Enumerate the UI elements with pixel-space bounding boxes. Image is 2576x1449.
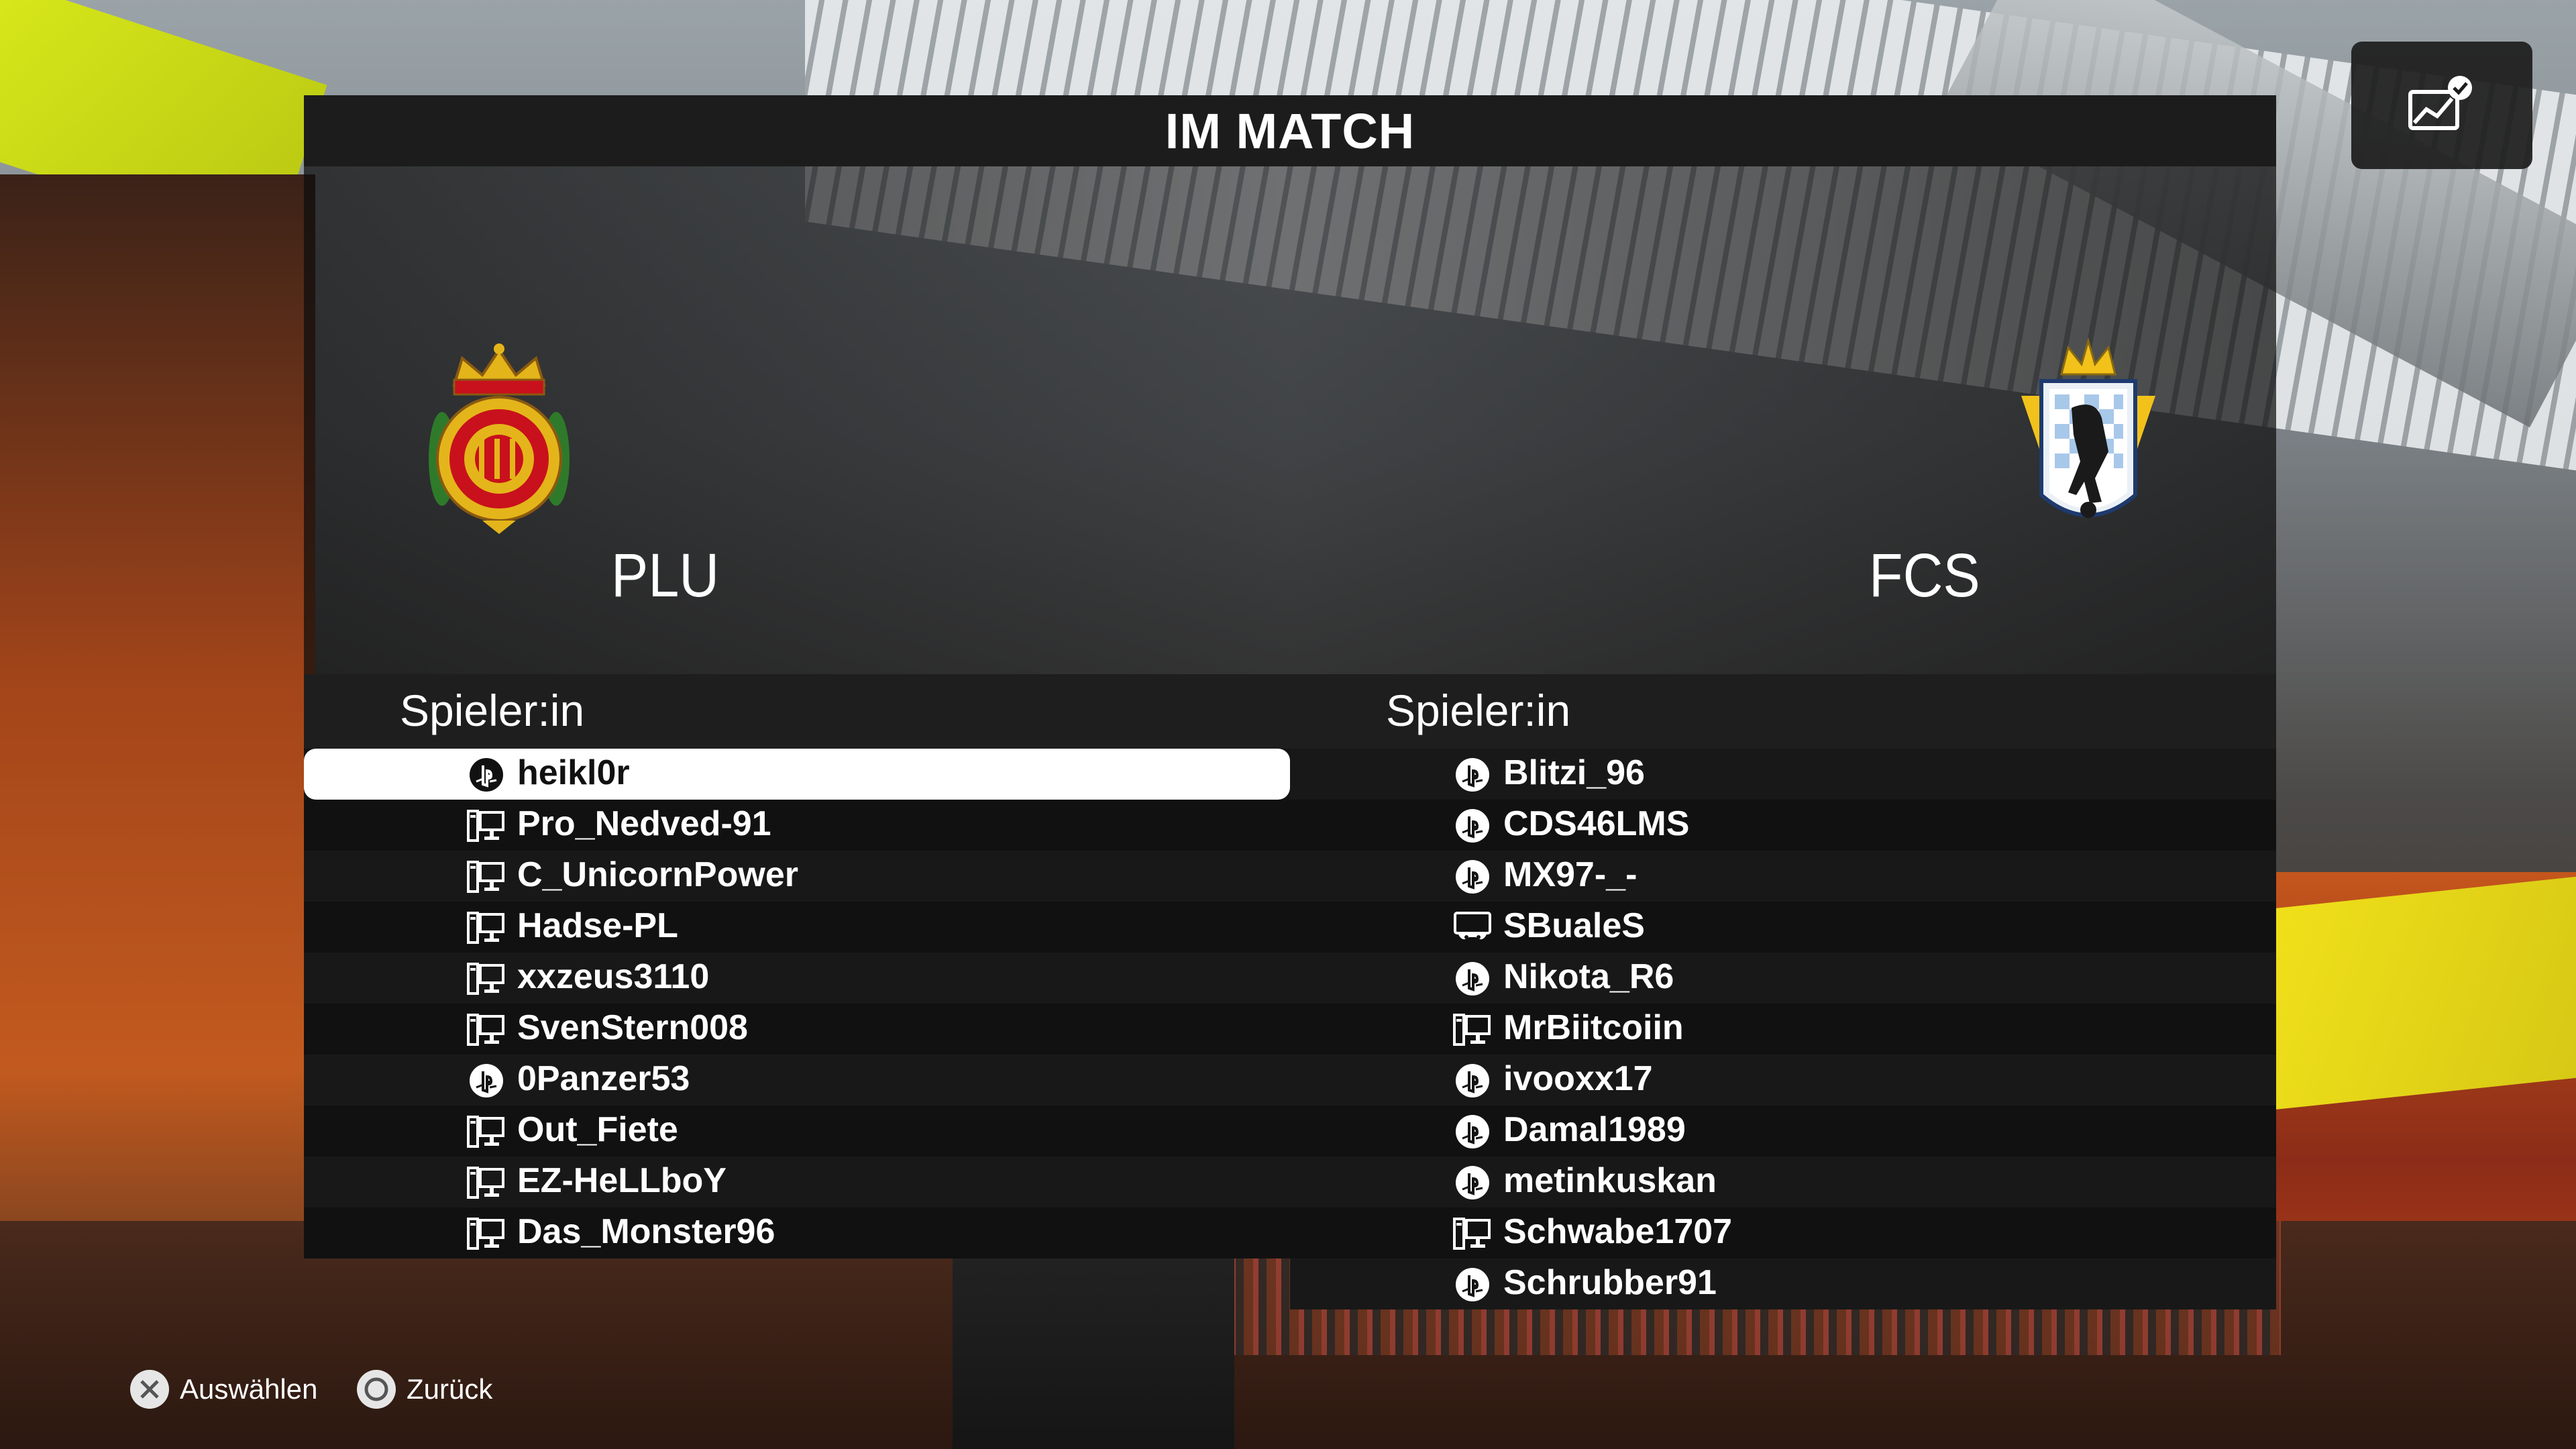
- fc-crest-icon: [2021, 337, 2155, 518]
- home-player-column: Spieler:in heikl0r Pro_Nedved-91 C_Unico…: [304, 674, 1290, 1258]
- player-row[interactable]: Schwabe1707: [1290, 1208, 2276, 1258]
- back-hint[interactable]: Zurück: [356, 1368, 492, 1410]
- player-row[interactable]: Nikota_R6: [1290, 953, 2276, 1004]
- circle-button-icon: [357, 1370, 396, 1409]
- player-row[interactable]: Das_Monster96: [304, 1208, 1290, 1258]
- pc-icon: [467, 912, 504, 944]
- player-name: EZ-HeLLboY: [517, 1161, 727, 1200]
- team-home-name: PLU: [611, 541, 720, 610]
- player-row[interactable]: 0Panzer53: [304, 1055, 1290, 1106]
- team-band: PLU FCS: [304, 166, 2276, 674]
- player-name: xxzeus3110: [517, 957, 710, 996]
- player-lists: Spieler:in heikl0r Pro_Nedved-91 C_Unico…: [304, 674, 2276, 1309]
- player-row[interactable]: Blitzi_96: [1290, 749, 2276, 800]
- player-name: Schrubber91: [1503, 1263, 1717, 1302]
- playstation-icon: [1456, 1115, 1489, 1148]
- player-row[interactable]: metinkuskan: [1290, 1157, 2276, 1208]
- pc-icon: [467, 861, 504, 893]
- pc-icon: [467, 1218, 504, 1250]
- player-row[interactable]: Schrubber91: [1290, 1258, 2276, 1309]
- pc-icon: [467, 1116, 504, 1148]
- panel-header: IM MATCH: [304, 95, 2276, 166]
- player-row[interactable]: ivooxx17: [1290, 1055, 2276, 1106]
- away-player-list: Blitzi_96 CDS46LMS MX97-_- SBualeS Nikot…: [1290, 749, 2276, 1309]
- match-panel: IM MATCH PLU FCS Spieler:in heikl0r Pro_…: [304, 95, 2276, 1309]
- away-column-header-label: Spieler:in: [1386, 686, 1571, 735]
- playstation-icon: [470, 758, 503, 792]
- player-row[interactable]: EZ-HeLLboY: [304, 1157, 1290, 1208]
- home-player-list: heikl0r Pro_Nedved-91 C_UnicornPower Had…: [304, 749, 1290, 1258]
- select-hint[interactable]: Auswählen: [129, 1368, 317, 1410]
- player-name: Damal1989: [1503, 1110, 1686, 1149]
- player-name: heikl0r: [517, 753, 630, 792]
- home-column-header: Spieler:in: [304, 674, 1290, 749]
- player-name: Pro_Nedved-91: [517, 804, 771, 843]
- player-row[interactable]: C_UnicornPower: [304, 851, 1290, 902]
- playstation-icon: [1456, 758, 1489, 792]
- player-name: Das_Monster96: [517, 1212, 775, 1251]
- player-name: Hadse-PL: [517, 906, 678, 945]
- pc-icon: [467, 963, 504, 995]
- pc-icon: [1453, 1218, 1491, 1250]
- player-name: metinkuskan: [1503, 1161, 1717, 1200]
- mallorca-crest-icon: [429, 343, 570, 534]
- player-name: Out_Fiete: [517, 1110, 678, 1149]
- player-row[interactable]: heikl0r: [304, 749, 1290, 800]
- away-player-column: Spieler:in Blitzi_96 CDS46LMS MX97-_- SB…: [1290, 674, 2276, 1309]
- cross-button-icon: [130, 1370, 169, 1409]
- player-row[interactable]: xxzeus3110: [304, 953, 1290, 1004]
- playstation-icon: [1456, 809, 1489, 843]
- controller-icon: [1454, 912, 1491, 940]
- playstation-icon: [1456, 1166, 1489, 1199]
- playstation-icon: [1456, 860, 1489, 894]
- crest-banner: [953, 1234, 1234, 1449]
- pc-icon: [467, 1014, 504, 1046]
- select-hint-label: Auswählen: [180, 1373, 318, 1405]
- player-name: Blitzi_96: [1503, 753, 1645, 792]
- player-name: C_UnicornPower: [517, 855, 798, 894]
- player-row[interactable]: SvenStern008: [304, 1004, 1290, 1055]
- performance-check-icon: [2408, 76, 2472, 130]
- player-row[interactable]: MX97-_-: [1290, 851, 2276, 902]
- player-name: MX97-_-: [1503, 855, 1638, 894]
- player-row[interactable]: Damal1989: [1290, 1106, 2276, 1157]
- player-name: Nikota_R6: [1503, 957, 1674, 996]
- player-name: Schwabe1707: [1503, 1212, 1733, 1251]
- pc-icon: [467, 1167, 504, 1199]
- playstation-icon: [1456, 962, 1489, 996]
- performance-button[interactable]: [2351, 42, 2532, 169]
- yellow-flag-right: [2274, 875, 2576, 1110]
- player-name: 0Panzer53: [517, 1059, 690, 1098]
- away-column-header: Spieler:in: [1290, 674, 2276, 749]
- player-row[interactable]: Out_Fiete: [304, 1106, 1290, 1157]
- player-row[interactable]: SBualeS: [1290, 902, 2276, 953]
- player-name: ivooxx17: [1503, 1059, 1653, 1098]
- player-name: SBualeS: [1503, 906, 1645, 945]
- playstation-icon: [1456, 1268, 1489, 1301]
- player-row[interactable]: Pro_Nedved-91: [304, 800, 1290, 851]
- player-row[interactable]: Hadse-PL: [304, 902, 1290, 953]
- playstation-icon: [470, 1064, 503, 1097]
- page-title: IM MATCH: [1165, 103, 1415, 159]
- player-name: MrBiitcoiin: [1503, 1008, 1684, 1047]
- team-away-name: FCS: [1869, 541, 1980, 610]
- pc-icon: [467, 810, 504, 842]
- player-row[interactable]: CDS46LMS: [1290, 800, 2276, 851]
- player-name: CDS46LMS: [1503, 804, 1690, 843]
- pc-icon: [1453, 1014, 1491, 1046]
- player-row[interactable]: MrBiitcoiin: [1290, 1004, 2276, 1055]
- home-column-header-label: Spieler:in: [400, 686, 585, 735]
- player-name: SvenStern008: [517, 1008, 748, 1047]
- back-hint-label: Zurück: [407, 1373, 493, 1405]
- playstation-icon: [1456, 1064, 1489, 1097]
